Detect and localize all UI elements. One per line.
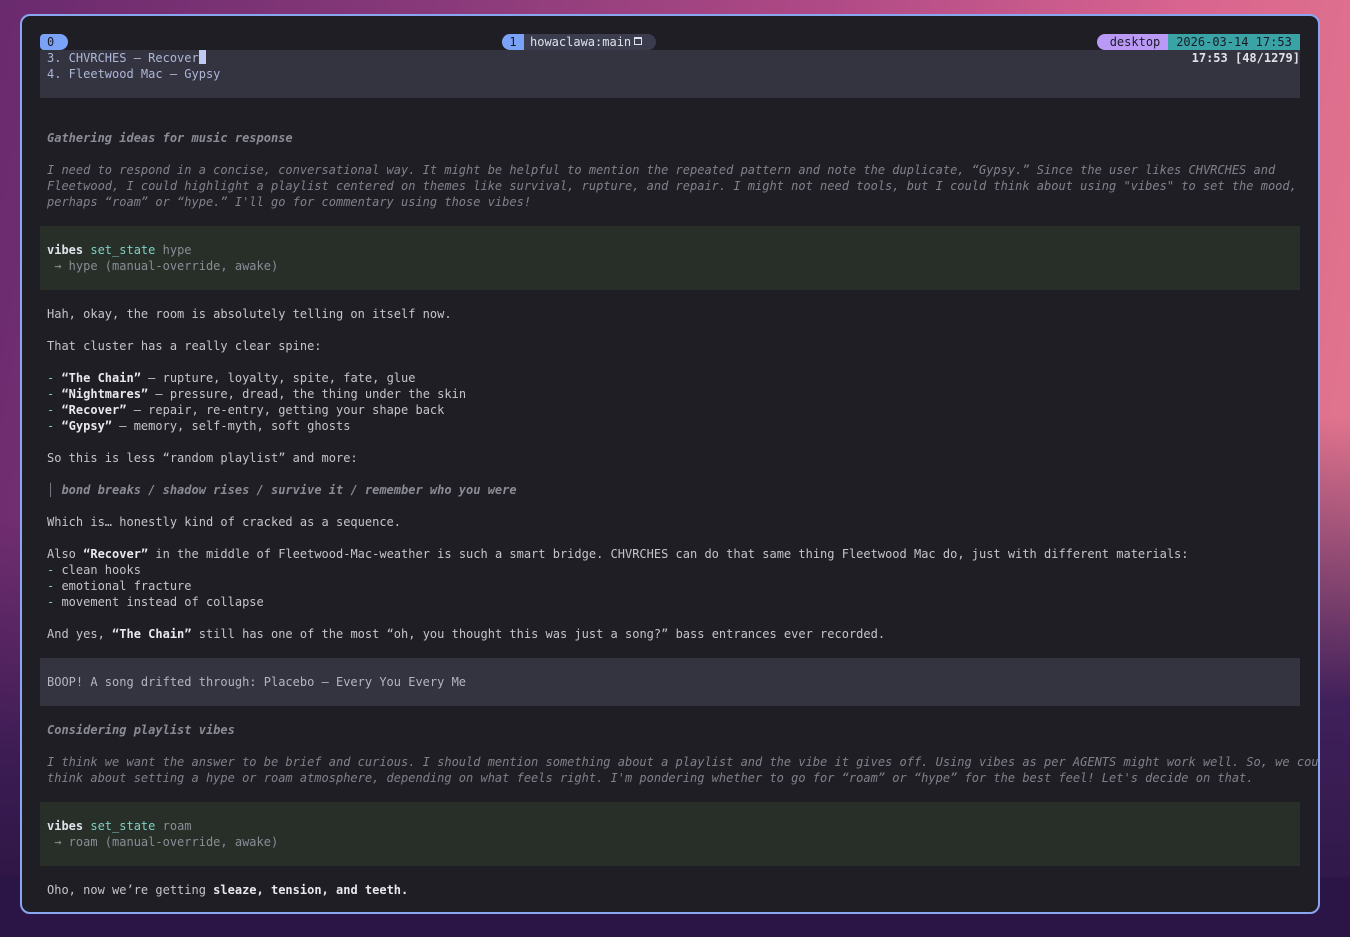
- user-list-item: 3. CHVRCHES — Recover: [47, 50, 206, 66]
- response-text: Hah, okay, the room is absolutely tellin…: [47, 307, 452, 321]
- reasoning-line: I think we want the answer to be brief a…: [47, 755, 1320, 769]
- reasoning-title: Gathering ideas for music response: [47, 131, 293, 145]
- response-text: And yes, “The Chain” still has one of th…: [47, 627, 886, 641]
- tool-method: set_state: [90, 243, 156, 257]
- reasoning-line: think about setting a hype or roam atmos…: [47, 771, 1254, 785]
- song-notice-text: BOOP! A song drifted through: Placebo — …: [47, 675, 467, 689]
- song-notice-block: BOOP! A song drifted through: Placebo — …: [40, 658, 1300, 706]
- tmux-active-window-tab[interactable]: 1 howaclawa:main: [502, 34, 656, 50]
- blockquote: │ bond breaks / shadow rises / survive i…: [47, 483, 517, 497]
- reasoning-line: I need to respond in a concise, conversa…: [47, 163, 1276, 177]
- terminal-content[interactable]: 0 1 howaclawa:main desktop 2026-03-14 17…: [40, 34, 1318, 902]
- response-text: Which is… honestly kind of cracked as a …: [47, 515, 402, 529]
- reasoning-line: perhaps “roam” or “hype.” I'll go for co…: [47, 195, 532, 209]
- materials-list-item: - movement instead of collapse: [47, 595, 264, 609]
- tool-call-result: → roam (manual-override, awake): [47, 835, 279, 849]
- response-text: Oho, now we’re getting sleaze, tension, …: [47, 883, 409, 897]
- tool-call-command: vibes set_state hype: [47, 242, 192, 258]
- tmux-window-title: howaclawa:main: [530, 35, 632, 49]
- tool-call-block: vibes set_state roam → roam (manual-over…: [40, 802, 1300, 866]
- terminal-window[interactable]: 0 1 howaclawa:main desktop 2026-03-14 17…: [20, 14, 1320, 914]
- tool-call-command: vibes set_state roam: [47, 818, 192, 834]
- window-icon: [634, 37, 642, 45]
- user-message-block: 3. CHVRCHES — Recover 4. Fleetwood Mac —…: [40, 50, 1300, 98]
- scroll-position-indicator: 17:53 [48/1279]: [1191, 51, 1300, 65]
- tool-method: set_state: [90, 819, 156, 833]
- tool-name: vibes: [47, 243, 84, 257]
- response-text: That cluster has a really clear spine:: [47, 339, 322, 353]
- song-list-item: - “Recover” — repair, re-entry, getting …: [47, 403, 445, 417]
- tool-argument: hype: [162, 243, 192, 257]
- user-list-item: 4. Fleetwood Mac — Gypsy: [47, 67, 221, 81]
- response-text: Also “Recover” in the middle of Fleetwoo…: [47, 547, 1189, 561]
- response-text: So this is less “random playlist” and mo…: [47, 451, 358, 465]
- tmux-host-label: desktop: [1097, 34, 1173, 50]
- song-list-item: - “The Chain” — rupture, loyalty, spite,…: [47, 371, 416, 385]
- reasoning-line: Fleetwood, I could highlight a playlist …: [47, 179, 1297, 193]
- tool-argument: roam: [162, 819, 192, 833]
- tmux-session-index[interactable]: 0: [40, 34, 68, 50]
- tmux-window-number: 1: [502, 34, 524, 50]
- tool-call-block: vibes set_state hype → hype (manual-over…: [40, 226, 1300, 290]
- reasoning-title: Considering playlist vibes: [47, 723, 235, 737]
- song-list-item: - “Gypsy” — memory, self-myth, soft ghos…: [47, 419, 351, 433]
- materials-list-item: - clean hooks: [47, 563, 141, 577]
- text-cursor: [198, 50, 206, 64]
- tmux-clock: 2026-03-14 17:53: [1168, 34, 1300, 50]
- materials-list-item: - emotional fracture: [47, 579, 192, 593]
- tool-call-result: → hype (manual-override, awake): [47, 259, 279, 273]
- tmux-status-bar: 0 1 howaclawa:main desktop 2026-03-14 17…: [40, 34, 1300, 50]
- song-list-item: - “Nightmares” — pressure, dread, the th…: [47, 387, 467, 401]
- tool-name: vibes: [47, 819, 84, 833]
